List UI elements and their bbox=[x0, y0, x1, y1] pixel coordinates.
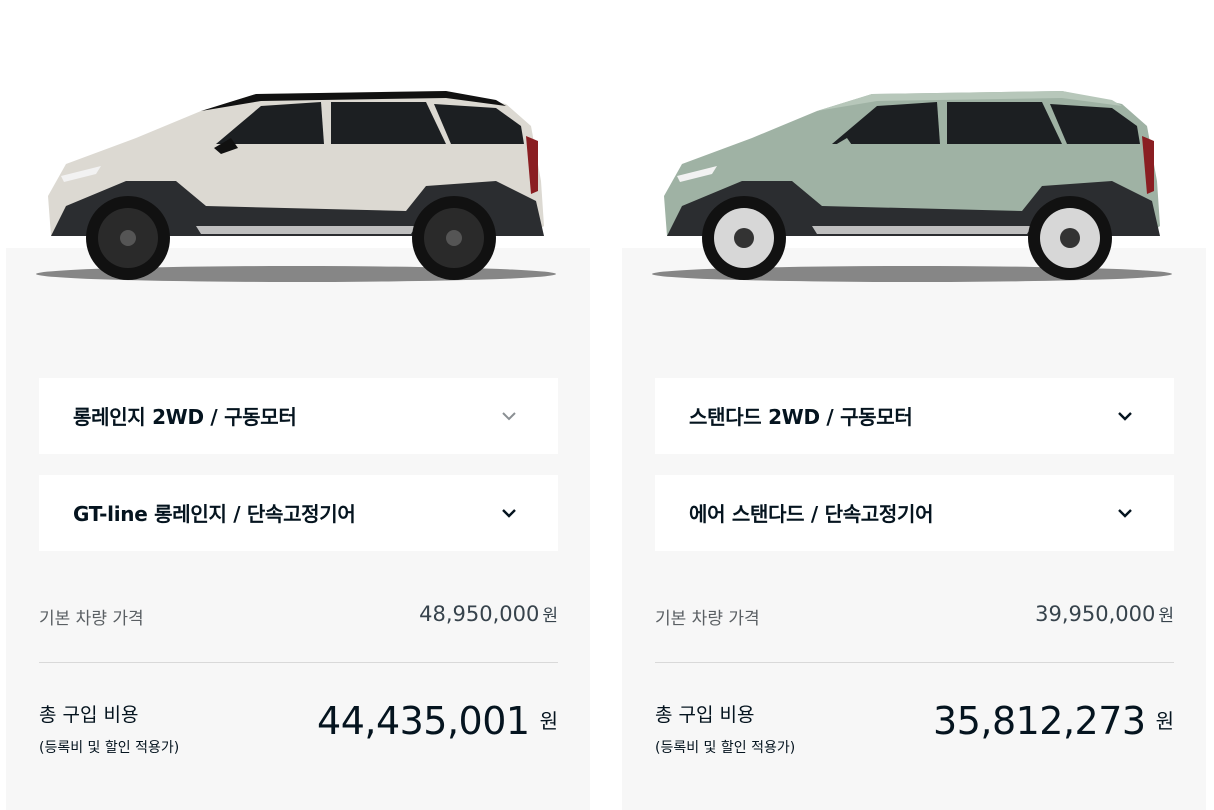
total-cost-value: 35,812,273 bbox=[933, 699, 1146, 743]
chevron-down-icon[interactable] bbox=[500, 504, 518, 522]
total-cost-note: (등록비 및 할인 적용가) bbox=[655, 740, 796, 756]
vehicle-card-2: 스탠다드 2WD / 구동모터 에어 스탠다드 / 단속고정기어 기본 차량 가… bbox=[622, 0, 1206, 810]
option-select[interactable]: GT-line 롱레인지 / 단속고정기어 bbox=[39, 475, 558, 551]
chevron-down-icon[interactable] bbox=[1116, 407, 1134, 425]
total-cost-note: (등록비 및 할인 적용가) bbox=[39, 740, 180, 756]
option-select[interactable]: 에어 스탠다드 / 단속고정기어 bbox=[655, 475, 1174, 551]
total-cost-label: 총 구입 비용 bbox=[655, 704, 755, 726]
base-price: 39,950,000 원 bbox=[1035, 601, 1174, 626]
option-select-value: 에어 스탠다드 / 단속고정기어 bbox=[689, 502, 934, 526]
trim-select[interactable]: 스탠다드 2WD / 구동모터 bbox=[655, 378, 1174, 454]
total-cost-label: 총 구입 비용 bbox=[39, 704, 139, 726]
divider bbox=[39, 662, 558, 663]
trim-select-value: 스탠다드 2WD / 구동모터 bbox=[689, 405, 913, 429]
total-cost-unit: 원 bbox=[1155, 709, 1174, 733]
total-cost: 44,435,001 원 bbox=[317, 699, 558, 743]
vehicle-card-1: 롱레인지 2WD / 구동모터 GT-line 롱레인지 / 단속고정기어 기본… bbox=[6, 0, 590, 810]
trim-select[interactable]: 롱레인지 2WD / 구동모터 bbox=[39, 378, 558, 454]
base-price-unit: 원 bbox=[1158, 606, 1174, 626]
trim-select-value: 롱레인지 2WD / 구동모터 bbox=[73, 405, 297, 429]
base-price-unit: 원 bbox=[542, 606, 558, 626]
total-cost-unit: 원 bbox=[539, 709, 558, 733]
total-cost: 35,812,273 원 bbox=[933, 699, 1174, 743]
chevron-down-icon[interactable] bbox=[500, 407, 518, 425]
car-image-white bbox=[36, 91, 556, 282]
base-price-label: 기본 차량 가격 bbox=[39, 609, 144, 629]
base-price: 48,950,000 원 bbox=[419, 601, 558, 626]
base-price-value: 39,950,000 bbox=[1035, 602, 1156, 626]
chevron-down-icon[interactable] bbox=[1116, 504, 1134, 522]
base-price-value: 48,950,000 bbox=[419, 602, 540, 626]
base-price-row: 기본 차량 가격 39,950,000 원 bbox=[655, 598, 1174, 634]
total-cost-value: 44,435,001 bbox=[317, 699, 530, 743]
divider bbox=[655, 662, 1174, 663]
option-select-value: GT-line 롱레인지 / 단속고정기어 bbox=[73, 502, 356, 526]
base-price-row: 기본 차량 가격 48,950,000 원 bbox=[39, 598, 558, 634]
car-image-green bbox=[652, 91, 1172, 282]
base-price-label: 기본 차량 가격 bbox=[655, 609, 760, 629]
